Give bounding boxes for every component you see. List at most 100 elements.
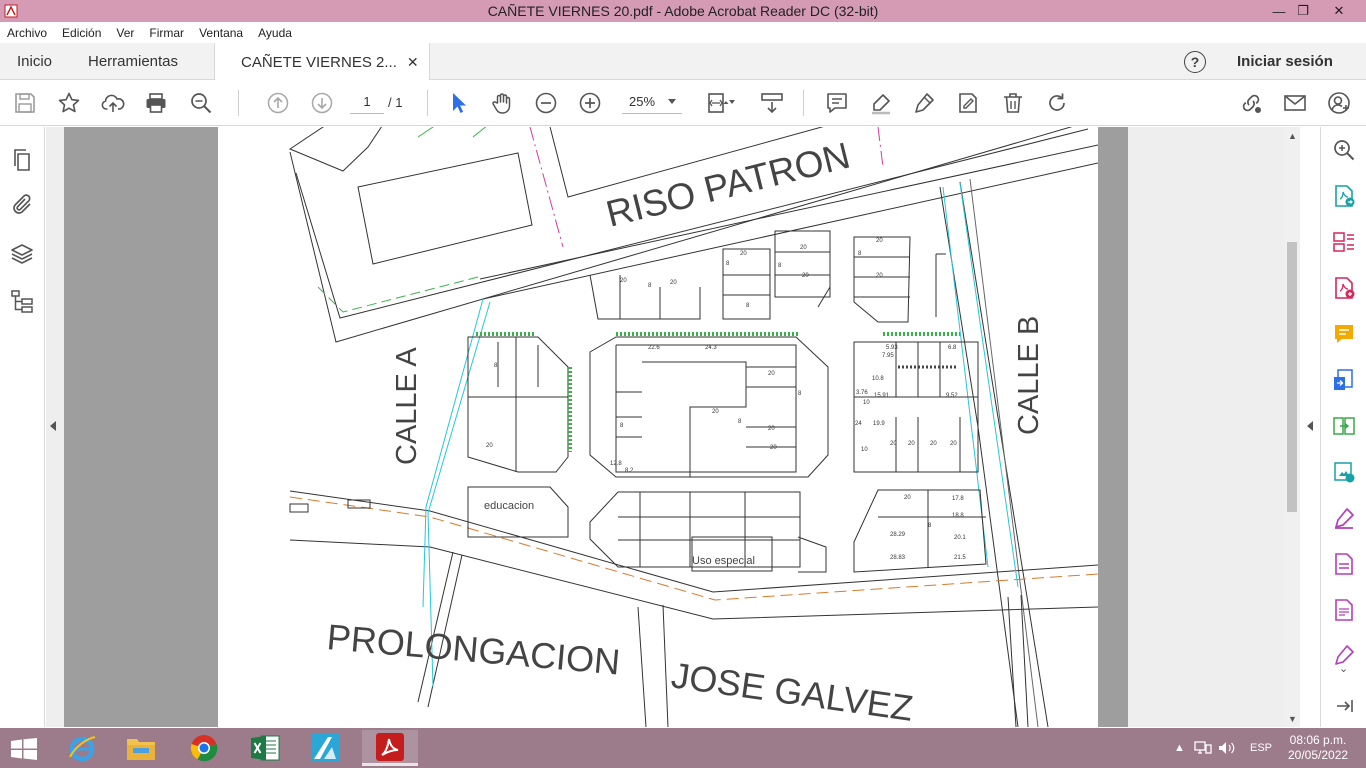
lot-number: 20 [620, 278, 627, 284]
scrollbar-thumb[interactable] [1287, 242, 1297, 512]
language-indicator[interactable]: ESP [1250, 728, 1272, 768]
street-label-jose-galvez: JOSE GALVEZ [669, 654, 916, 727]
menu-archivo[interactable]: Archivo [7, 26, 47, 40]
zoom-search-icon[interactable] [189, 91, 213, 115]
help-icon[interactable]: ? [1184, 51, 1206, 73]
lot-number: 9.52 [946, 393, 958, 399]
internet-explorer-icon[interactable] [54, 730, 110, 766]
document-form-icon[interactable] [1332, 552, 1356, 576]
menu-edicion[interactable]: Edición [62, 26, 101, 40]
lot-number: 8 [738, 419, 742, 425]
lot-number: 28.29 [890, 532, 906, 538]
layers-icon[interactable] [10, 242, 34, 266]
pdf-page[interactable]: RISO PATRON CALLE A CALLE B PROLONGACION… [218, 127, 1098, 727]
signin-button[interactable]: Iniciar sesión [1237, 53, 1333, 70]
next-page-icon[interactable] [310, 91, 334, 115]
menu-bar: Archivo Edición Ver Firmar Ventana Ayuda [0, 22, 1366, 43]
print-icon[interactable] [144, 91, 168, 115]
collapse-panel-icon[interactable] [1332, 694, 1356, 718]
stamp-edit-icon[interactable] [956, 91, 980, 115]
street-label-calle-a: CALLE A [391, 347, 423, 465]
system-clock[interactable]: 08:06 p.m. 20/05/2022 [1288, 733, 1348, 763]
delete-trash-icon[interactable] [1001, 91, 1025, 115]
lot-number: 8 [726, 261, 730, 267]
menu-ver[interactable]: Ver [116, 26, 134, 40]
bookmark-star-icon[interactable] [57, 91, 81, 115]
tab-document[interactable]: CAÑETE VIERNES 2... ✕ [214, 43, 430, 81]
share-link-icon[interactable] [1239, 91, 1263, 115]
select-cursor-icon[interactable] [447, 91, 471, 115]
menu-ayuda[interactable]: Ayuda [258, 26, 292, 40]
compare-files-icon[interactable] [1332, 414, 1356, 438]
hand-tool-icon[interactable] [490, 91, 514, 115]
save-icon[interactable] [13, 91, 37, 115]
tree-structure-icon[interactable] [10, 289, 34, 313]
chevron-down-icon[interactable] [729, 100, 735, 104]
menu-firmar[interactable]: Firmar [149, 26, 184, 40]
urban-plan-drawing: RISO PATRON CALLE A CALLE B PROLONGACION… [288, 127, 1098, 727]
lot-number: 12.8 [610, 461, 622, 467]
file-explorer-icon[interactable] [113, 730, 169, 766]
lot-number: 20 [800, 245, 807, 251]
menu-ventana[interactable]: Ventana [199, 26, 243, 40]
autodesk-app-icon[interactable] [297, 730, 353, 766]
lot-number: 8 [746, 303, 750, 309]
export-pdf-icon[interactable] [1332, 184, 1356, 208]
page-number-input[interactable]: 1 [350, 90, 384, 114]
upload-cloud-icon[interactable] [101, 91, 125, 115]
chevron-down-icon[interactable] [668, 99, 676, 104]
send-file-icon[interactable] [1332, 368, 1356, 392]
collapse-right-pane-icon[interactable] [1307, 421, 1313, 431]
search-zoom-icon[interactable] [1332, 138, 1356, 162]
close-tab-icon[interactable]: ✕ [407, 54, 419, 71]
toolbar [0, 80, 1366, 126]
lot-number: 20.1 [954, 535, 966, 541]
chevron-down-icon[interactable]: ⌄ [1339, 662, 1348, 675]
highlight-icon[interactable] [869, 91, 893, 115]
comment-tool-icon[interactable] [1332, 322, 1356, 346]
attachment-paperclip-icon[interactable] [10, 193, 34, 217]
zoom-out-icon[interactable] [534, 91, 558, 115]
label-educacion: educacion [484, 500, 534, 512]
comment-icon[interactable] [825, 91, 849, 115]
windows-start-icon[interactable] [10, 738, 38, 760]
organize-pages-icon[interactable] [1332, 230, 1356, 254]
scroll-mode-icon[interactable] [760, 91, 784, 115]
network-icon[interactable] [1194, 728, 1212, 768]
page-total: / 1 [388, 95, 403, 110]
scroll-up-icon[interactable]: ▲ [1288, 131, 1297, 141]
lot-number: 20 [950, 441, 957, 447]
close-window-button[interactable]: ✕ [1322, 0, 1356, 22]
draw-pen-icon[interactable] [912, 91, 936, 115]
export-image-icon[interactable] [1332, 460, 1356, 484]
excel-icon[interactable] [237, 730, 293, 766]
collapse-left-pane-icon[interactable] [50, 421, 56, 431]
page-thumbnails-icon[interactable] [10, 148, 34, 172]
rotate-icon[interactable] [1045, 91, 1069, 115]
volume-icon[interactable] [1218, 728, 1236, 768]
add-user-icon[interactable] [1327, 91, 1351, 115]
lot-number: 18.8 [952, 513, 964, 519]
prev-page-icon[interactable] [266, 91, 290, 115]
clock-date: 20/05/2022 [1288, 748, 1349, 762]
page-fit-icon[interactable] [706, 91, 730, 115]
lot-number: 8 [778, 263, 782, 269]
scroll-down-icon[interactable]: ▼ [1288, 714, 1297, 724]
chrome-icon[interactable] [176, 730, 232, 766]
restore-button[interactable]: ❐ [1286, 0, 1320, 22]
tab-inicio[interactable]: Inicio [17, 43, 52, 80]
protect-document-icon[interactable] [1332, 598, 1356, 622]
acrobat-taskbar-icon[interactable] [362, 730, 418, 766]
show-hidden-icons-icon[interactable]: ▲ [1174, 728, 1185, 768]
lot-number: 20 [876, 273, 883, 279]
street-label-prolongacion: PROLONGACION [325, 616, 622, 682]
email-icon[interactable] [1283, 91, 1307, 115]
vertical-scrollbar[interactable]: ▲ ▼ [1284, 127, 1300, 727]
zoom-in-icon[interactable] [578, 91, 602, 115]
lot-number: 5.93 [886, 345, 898, 351]
create-pdf-icon[interactable] [1332, 276, 1356, 300]
tools-pane: ⌄ [1320, 127, 1366, 727]
lot-number: 28.83 [890, 555, 906, 561]
fill-sign-icon[interactable] [1332, 506, 1356, 530]
tab-herramientas[interactable]: Herramientas [88, 43, 178, 80]
